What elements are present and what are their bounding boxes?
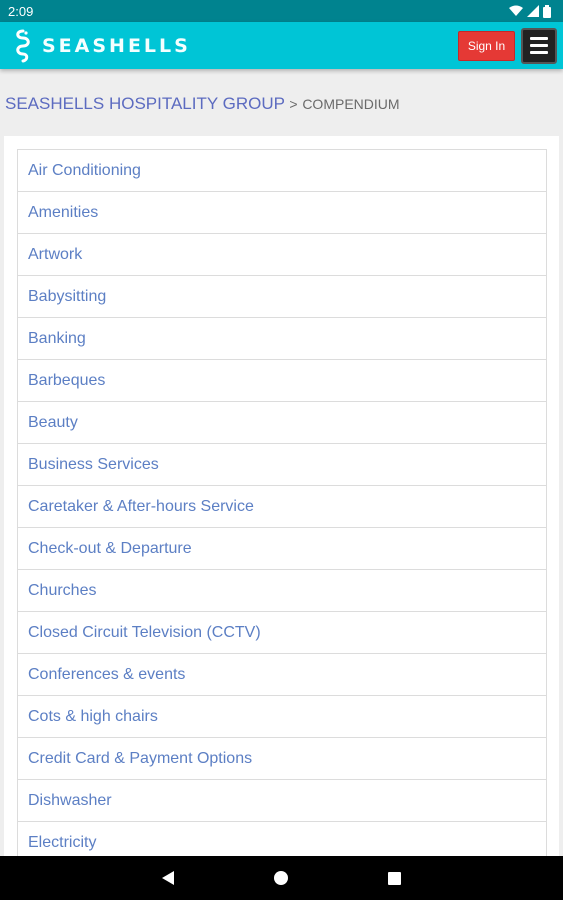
list-item[interactable]: Check-out & Departure xyxy=(17,527,547,570)
list-item[interactable]: Business Services xyxy=(17,443,547,486)
list-item[interactable]: Barbeques xyxy=(17,359,547,402)
home-icon[interactable] xyxy=(274,871,288,885)
list-item[interactable]: Cots & high chairs xyxy=(17,695,547,738)
compendium-list: Air Conditioning Amenities Artwork Babys… xyxy=(17,149,547,864)
signal-icon xyxy=(527,5,539,17)
list-item[interactable]: Credit Card & Payment Options xyxy=(17,737,547,780)
list-item[interactable]: Caretaker & After-hours Service xyxy=(17,485,547,528)
list-item[interactable]: Conferences & events xyxy=(17,653,547,696)
list-item[interactable]: Artwork xyxy=(17,233,547,276)
recent-apps-icon[interactable] xyxy=(388,871,401,885)
hamburger-menu-icon[interactable] xyxy=(521,27,557,64)
breadcrumb-separator: > xyxy=(289,96,298,112)
system-nav-bar xyxy=(0,856,563,900)
breadcrumb: SEASHELLS HOSPITALITY GROUP > COMPENDIUM xyxy=(5,94,400,114)
brand-name: SEASHELLS xyxy=(42,34,191,57)
wifi-icon xyxy=(509,5,523,16)
compendium-panel: Air Conditioning Amenities Artwork Babys… xyxy=(4,136,559,876)
back-icon[interactable] xyxy=(162,871,174,885)
list-item[interactable]: Dishwasher xyxy=(17,779,547,822)
status-icons xyxy=(509,4,551,18)
status-time: 2:09 xyxy=(8,3,34,19)
list-item[interactable]: Banking xyxy=(17,317,547,360)
list-item[interactable]: Churches xyxy=(17,569,547,612)
status-bar: 2:09 xyxy=(0,0,563,22)
battery-icon xyxy=(543,4,551,18)
list-item[interactable]: Beauty xyxy=(17,401,547,444)
brand-logo[interactable]: SEASHELLS xyxy=(12,29,191,63)
list-item[interactable]: Amenities xyxy=(17,191,547,234)
list-item[interactable]: Closed Circuit Television (CCTV) xyxy=(17,611,547,654)
list-item[interactable]: Air Conditioning xyxy=(17,149,547,192)
sign-in-button[interactable]: Sign In xyxy=(458,30,515,61)
seahorse-logo-icon xyxy=(16,29,30,62)
breadcrumb-parent-link[interactable]: SEASHELLS HOSPITALITY GROUP xyxy=(5,94,285,113)
list-item[interactable]: Babysitting xyxy=(17,275,547,318)
app-bar: SEASHELLS Sign In xyxy=(0,22,563,69)
breadcrumb-current: COMPENDIUM xyxy=(302,96,400,112)
